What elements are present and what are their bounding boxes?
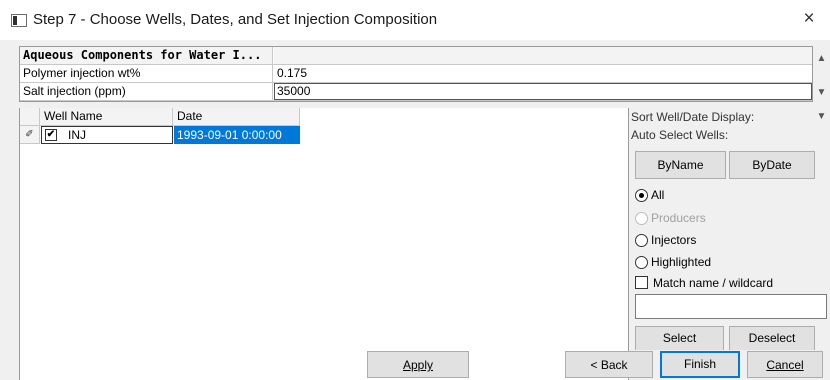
polymer-injection-value[interactable]: 0.175 <box>274 65 812 82</box>
dialog-body: Aqueous Components for Water I... Polyme… <box>0 40 830 380</box>
radio-injectors-label: Injectors <box>651 233 697 247</box>
window-title: Step 7 - Choose Wells, Dates, and Set In… <box>33 11 438 28</box>
sort-by-name-button[interactable]: ByName <box>635 151 726 179</box>
wildcard-input[interactable] <box>635 294 827 319</box>
app-window-icon <box>11 14 27 27</box>
cancel-button-label: Cancel <box>766 358 804 372</box>
radio-all-label: All <box>651 188 665 202</box>
component-row-polymer: Polymer injection wt% 0.175 <box>20 65 812 83</box>
wells-grid: Well Name Date ✐ ✔ INJ 1993-09-01 0:00:0… <box>19 108 629 380</box>
radio-highlighted-dot[interactable] <box>635 256 648 269</box>
radio-injectors-dot[interactable] <box>635 234 648 247</box>
well-name-cell[interactable]: ✔ INJ <box>41 126 173 144</box>
back-button-label: < Back <box>590 358 628 372</box>
sort-by-date-button[interactable]: ByDate <box>729 151 815 179</box>
components-scrollbar[interactable]: ▲ ▼ <box>813 46 830 102</box>
wells-header-row: Well Name Date <box>20 108 300 126</box>
components-grid: Aqueous Components for Water I... Polyme… <box>19 46 813 102</box>
auto-select-label: Auto Select Wells: <box>631 128 729 142</box>
sort-display-label: Sort Well/Date Display: <box>631 110 755 124</box>
well-checkbox[interactable]: ✔ <box>45 129 57 141</box>
scroll-up-icon[interactable]: ▲ <box>813 50 830 67</box>
finish-button[interactable]: Finish <box>660 351 740 378</box>
component-label: Salt injection (ppm) <box>20 83 273 100</box>
deselect-button[interactable]: Deselect <box>729 326 815 350</box>
select-button[interactable]: Select <box>635 326 724 350</box>
component-row-salt: Salt injection (ppm) 35000 <box>20 83 812 101</box>
back-button[interactable]: < Back <box>565 351 653 378</box>
components-header-row: Aqueous Components for Water I... <box>20 47 812 65</box>
apply-button[interactable]: Apply <box>367 351 469 378</box>
apply-button-label: Apply <box>402 358 434 372</box>
radio-producers-dot <box>635 212 648 225</box>
well-name-text: INJ <box>68 128 86 142</box>
match-wildcard-box[interactable] <box>635 276 648 289</box>
radio-all-dot[interactable] <box>635 189 648 202</box>
cancel-button[interactable]: Cancel <box>747 351 823 378</box>
match-wildcard-label: Match name / wildcard <box>653 276 774 290</box>
edit-pencil-icon: ✐ <box>20 126 40 144</box>
sort-select-panel: Sort Well/Date Display: Auto Select Well… <box>629 108 830 380</box>
components-header-label: Aqueous Components for Water I... <box>20 47 273 64</box>
scroll-down-icon[interactable]: ▼ <box>813 84 830 101</box>
wells-header-corner <box>20 108 40 125</box>
salt-injection-value[interactable]: 35000 <box>274 83 812 100</box>
component-label: Polymer injection wt% <box>20 65 273 82</box>
table-row[interactable]: ✐ ✔ INJ 1993-09-01 0:00:00 <box>20 126 300 144</box>
scroll-down-icon[interactable]: ▼ <box>813 108 830 125</box>
well-date-cell[interactable]: 1993-09-01 0:00:00 <box>174 126 300 144</box>
finish-button-label: Finish <box>683 357 716 371</box>
column-header-well-name[interactable]: Well Name <box>41 108 173 125</box>
radio-highlighted-label: Highlighted <box>651 255 712 269</box>
title-bar: Step 7 - Choose Wells, Dates, and Set In… <box>0 0 830 40</box>
components-header-value <box>274 47 812 64</box>
column-header-date[interactable]: Date <box>174 108 300 125</box>
close-icon[interactable]: × <box>798 8 820 30</box>
radio-producers-label: Producers <box>651 211 706 225</box>
